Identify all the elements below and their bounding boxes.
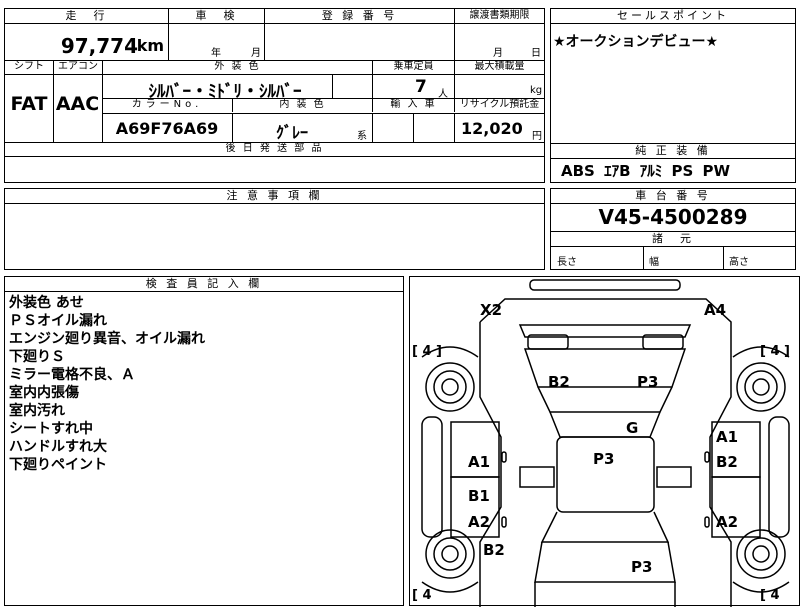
inspection-cell: 年 月 — [168, 24, 264, 60]
genuine-equipment-box: 純 正 装 備 ABS ｴｱB ｱﾙﾐ PS PW — [550, 143, 796, 183]
exterior-color-label: 外 装 色 — [102, 60, 372, 74]
mark-p3-center: P3 — [593, 450, 614, 468]
interior-color-value: ｸﾞﾚｰ — [275, 123, 308, 142]
registration-header: 登 録 番 号 — [264, 9, 454, 23]
color-no-value: A69F76A69 — [115, 119, 219, 138]
roof — [556, 436, 655, 513]
ac-value: AAC — [55, 93, 100, 115]
note-item: エンジン廻り異音、オイル漏れ — [9, 331, 205, 347]
tire-front-right-label: [ 4 ] — [760, 344, 790, 359]
mileage-cell: 97,774 km — [5, 24, 168, 60]
mark-b2-right: B2 — [716, 453, 738, 471]
mileage-header: 走 行 — [5, 9, 168, 23]
mark-a4: A4 — [704, 301, 726, 319]
inspector-header: 検 査 員 記 入 欄 — [5, 277, 403, 292]
mark-p3-top: P3 — [637, 373, 658, 391]
tire-front-left-label: [ 4 ] — [412, 344, 442, 359]
transfer-day: 日 — [531, 48, 541, 59]
specs-header: 諸 元 — [551, 231, 795, 247]
mark-p3-bottom: P3 — [631, 558, 652, 576]
load-unit: kg — [530, 85, 543, 96]
mark-g: G — [626, 419, 638, 437]
note-item: 下廻りＳ — [9, 349, 65, 365]
max-load-label: 最大積載量 — [454, 60, 544, 74]
note-item: 下廻りペイント — [9, 457, 107, 473]
genuine-equipment-text: ABS ｴｱB ｱﾙﾐ PS PW — [561, 162, 731, 180]
ac-label: エアコン — [53, 60, 102, 74]
tire-rear-right-label: [ 4 — [760, 588, 780, 603]
sales-point-header: セールスポイント — [551, 9, 795, 24]
caution-box: 注 意 事 項 欄 — [4, 188, 545, 270]
spec-length: 長さ — [557, 257, 577, 268]
caution-header: 注 意 事 項 欄 — [5, 189, 544, 204]
note-item: ＰＳオイル漏れ — [9, 313, 107, 329]
note-item: 室内汚れ — [9, 403, 65, 419]
import-label: 輸 入 車 — [372, 98, 454, 112]
mark-a1-right: A1 — [716, 428, 738, 446]
inspection-month: 月 — [251, 48, 261, 59]
note-item: シートすれ中 — [9, 421, 93, 437]
rear-window — [534, 541, 676, 583]
shift-label: シフト — [14, 61, 44, 72]
sales-point-text: ★オークションデビュー★ — [553, 34, 719, 50]
front-bumper — [529, 279, 681, 291]
inspector-notes: 外装色 あせ ＰＳオイル漏れ エンジン廻り異音、オイル漏れ 下廻りＳ ミラー電格… — [9, 294, 205, 474]
inspector-box: 検 査 員 記 入 欄 外装色 あせ ＰＳオイル漏れ エンジン廻り異音、オイル漏… — [4, 276, 404, 606]
note-item: ハンドルすれ大 — [9, 439, 107, 455]
color-no-label: カラーNo. — [131, 99, 203, 110]
transfer-month: 月 — [493, 48, 503, 59]
transfer-deadline-header: 譲渡書類期限 — [454, 9, 544, 23]
genuine-equipment-header: 純 正 装 備 — [551, 144, 795, 159]
capacity-label: 乗車定員 — [372, 60, 454, 74]
inspection-header: 車 検 — [168, 9, 264, 23]
shift-value: FAT — [10, 93, 48, 115]
transfer-deadline-cell: 月 日 — [454, 24, 544, 60]
recycle-label: リサイクル預託金 — [454, 98, 544, 112]
mileage-value: 97,774 — [60, 34, 138, 58]
mark-a2-left: A2 — [468, 513, 490, 531]
mark-a2-right: A2 — [716, 513, 738, 531]
spec-height: 高さ — [729, 257, 749, 268]
chassis-box: 車 台 番 号 V45-4500289 諸 元 長さ 幅 高さ — [550, 188, 796, 270]
mark-b2-bottom: B2 — [483, 541, 505, 559]
registration-cell — [264, 24, 454, 60]
vehicle-info-table: 走 行 車 検 登 録 番 号 譲渡書類期限 97,774 km 年 月 月 日… — [4, 8, 545, 183]
car-diagram: [ 4 ] [ 4 ] [ 4 [ 4 X2 A4 B2 P3 G A1 A1 … — [412, 279, 790, 607]
capacity-value: 7 — [415, 77, 427, 97]
mark-a1-left: A1 — [468, 453, 490, 471]
note-item: 外装色 あせ — [9, 295, 84, 311]
mileage-unit: km — [136, 36, 164, 55]
later-parts-label: 後 日 発 送 部 品 — [225, 143, 324, 154]
mark-b2-top: B2 — [548, 373, 570, 391]
sales-point-box: セールスポイント ★オークションデビュー★ — [550, 8, 796, 144]
spec-width: 幅 — [649, 257, 659, 268]
recycle-value: 12,020 — [461, 119, 523, 138]
car-diagram-box: [ 4 ] [ 4 ] [ 4 [ 4 X2 A4 B2 P3 G A1 A1 … — [409, 276, 800, 607]
tire-rear-left-label: [ 4 — [412, 588, 432, 603]
chassis-header: 車 台 番 号 — [551, 189, 795, 204]
interior-color-suffix: 系 — [357, 131, 367, 142]
chassis-value: V45-4500289 — [598, 205, 748, 229]
mark-x2: X2 — [480, 301, 502, 319]
inspection-year: 年 — [211, 48, 221, 59]
interior-color-label: 内 装 色 — [232, 98, 372, 112]
note-item: 室内内張傷 — [9, 385, 79, 401]
note-item: ミラー電格不良、Ａ — [9, 367, 135, 383]
mark-b1: B1 — [468, 487, 490, 505]
recycle-unit: 円 — [532, 131, 542, 142]
